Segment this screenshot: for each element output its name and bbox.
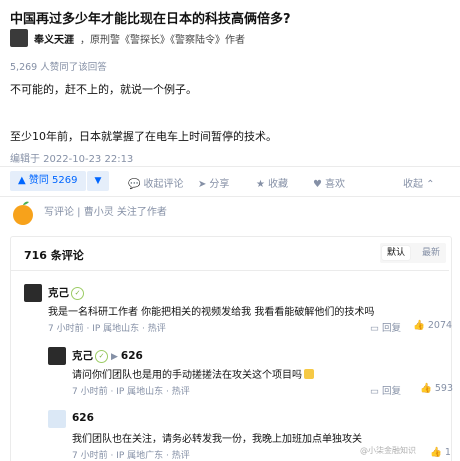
author-bio: ，原刑警《警探长》《警察陆令》作者 bbox=[80, 35, 245, 46]
collapse-comments-button[interactable]: 💬 收起评论 bbox=[128, 175, 183, 190]
comment-count: 716 条评论 bbox=[24, 249, 84, 262]
commenter-avatar[interactable] bbox=[48, 347, 66, 365]
share-icon: ➤ bbox=[198, 179, 207, 190]
edited-time: 编辑于 2022-10-23 22:13 bbox=[10, 154, 134, 165]
question-title[interactable]: 中国再过多少年才能比现在日本的科技高俩倍多? bbox=[10, 8, 291, 27]
favorite-button[interactable]: ★ 收藏 bbox=[256, 175, 288, 190]
upvote-note: 5,269 人赞同了该回答 bbox=[10, 62, 107, 73]
reply-arrow-icon: ▶ bbox=[111, 352, 118, 362]
sort-latest-button[interactable]: 最新 bbox=[417, 246, 445, 260]
orange-avatar-icon bbox=[13, 201, 33, 225]
comment-meta-text: 7 小时前 · IP 属地山东 · bbox=[48, 324, 148, 334]
author-avatar[interactable] bbox=[10, 29, 28, 47]
hot-comment-tag: 热评 bbox=[171, 387, 190, 397]
comment-icon: 💬 bbox=[128, 179, 141, 190]
divider bbox=[11, 270, 449, 271]
commenter-avatar[interactable] bbox=[24, 284, 42, 302]
comment-text: 我们团队也在关注，请务必转发我一份，我晚上加班加点单独攻关 bbox=[72, 434, 362, 445]
thumb-up-icon: 👍 bbox=[430, 447, 445, 458]
thumb-up-icon: 👍 bbox=[420, 383, 435, 394]
author-name[interactable]: 奉义天涯 bbox=[34, 35, 74, 46]
like-count: 2074 bbox=[427, 320, 453, 331]
chevron-up-icon: ⌃ bbox=[423, 179, 435, 190]
commenter-name-text: 克己 bbox=[72, 350, 93, 362]
comment-text-content: 请问你们团队也是用的手动搓搓法在攻关这个项目吗 bbox=[72, 370, 302, 381]
favorite-label: 收藏 bbox=[267, 179, 288, 190]
downvote-button[interactable]: ▼ bbox=[87, 171, 109, 191]
commenter-name[interactable]: 克己 ✓ bbox=[48, 285, 84, 300]
author-info: 奉义天涯 ，原刑警《警探长》《警察陆令》作者 bbox=[34, 31, 245, 46]
commenter-name[interactable]: 626 bbox=[72, 412, 94, 424]
thumb-up-icon: 👍 bbox=[413, 320, 428, 331]
answer-paragraph-2: 至少10年前，日本就掌握了在电车上时间暂停的技术。 bbox=[10, 130, 277, 143]
answer-paragraph-1: 不可能的，赶不上的，就说一个例子。 bbox=[10, 83, 197, 96]
like-count: 593 bbox=[434, 383, 453, 394]
hot-comment-tag: 热评 bbox=[147, 324, 166, 334]
sort-default-button[interactable]: 默认 bbox=[382, 246, 411, 260]
divider bbox=[0, 166, 460, 167]
reply-label: 回复 bbox=[382, 323, 402, 334]
verified-badge-icon: ✓ bbox=[71, 287, 84, 300]
reply-icon: ▭ bbox=[370, 323, 382, 334]
comment-meta: 7 小时前 · IP 属地山东 · 热评 bbox=[48, 321, 166, 334]
comment-meta-text: 7 小时前 · IP 属地山东 · bbox=[72, 387, 172, 397]
collapse-comments-label: 收起评论 bbox=[143, 179, 184, 190]
reply-label: 回复 bbox=[382, 386, 402, 397]
reply-to-name[interactable]: 626 bbox=[121, 350, 143, 362]
comment-text: 请问你们团队也是用的手动搓搓法在攻关这个项目吗 bbox=[72, 366, 314, 381]
commenter-name-text: 克己 bbox=[48, 287, 69, 299]
comment-input[interactable]: 写评论 | 曹小灵 关注了作者 bbox=[44, 202, 444, 224]
comment-text: 我是一名科研工作者 你能把相关的视频发给我 我看看能破解他们的技术吗 bbox=[48, 307, 375, 318]
reply-button[interactable]: ▭ 回复 bbox=[370, 320, 401, 334]
comment-meta: 7 小时前 · IP 属地山东 · 热评 bbox=[72, 384, 190, 397]
reply-icon: ▭ bbox=[370, 386, 382, 397]
share-button[interactable]: ➤ 分享 bbox=[198, 175, 229, 190]
commenter-avatar[interactable] bbox=[48, 410, 66, 428]
comment-meta: 7 小时前 · IP 属地广东 · 热评 bbox=[72, 448, 190, 461]
like-label: 喜欢 bbox=[324, 179, 345, 190]
share-label: 分享 bbox=[209, 179, 230, 190]
collapse-button[interactable]: 收起 ⌃ bbox=[403, 175, 435, 190]
divider bbox=[0, 196, 460, 197]
comment-like-button[interactable]: 👍 593 bbox=[420, 383, 453, 394]
watermark: @小柒金融知识 bbox=[360, 446, 416, 455]
like-count: 1 bbox=[444, 447, 451, 458]
commenter-name[interactable]: 克己 ✓ ▶ 626 bbox=[72, 348, 143, 363]
like-button[interactable]: ♥ 喜欢 bbox=[313, 175, 345, 190]
collapse-label: 收起 bbox=[403, 179, 423, 190]
comment-like-button[interactable]: 👍 1 bbox=[430, 447, 451, 458]
heart-icon: ♥ bbox=[313, 179, 322, 190]
reply-button[interactable]: ▭ 回复 bbox=[370, 383, 401, 397]
comment-like-button[interactable]: 👍 2074 bbox=[413, 320, 452, 331]
star-icon: ★ bbox=[256, 179, 265, 190]
emoji-icon bbox=[304, 369, 314, 379]
verified-badge-icon: ✓ bbox=[95, 350, 108, 363]
upvote-button[interactable]: ▲ 赞同 5269 bbox=[10, 171, 86, 191]
